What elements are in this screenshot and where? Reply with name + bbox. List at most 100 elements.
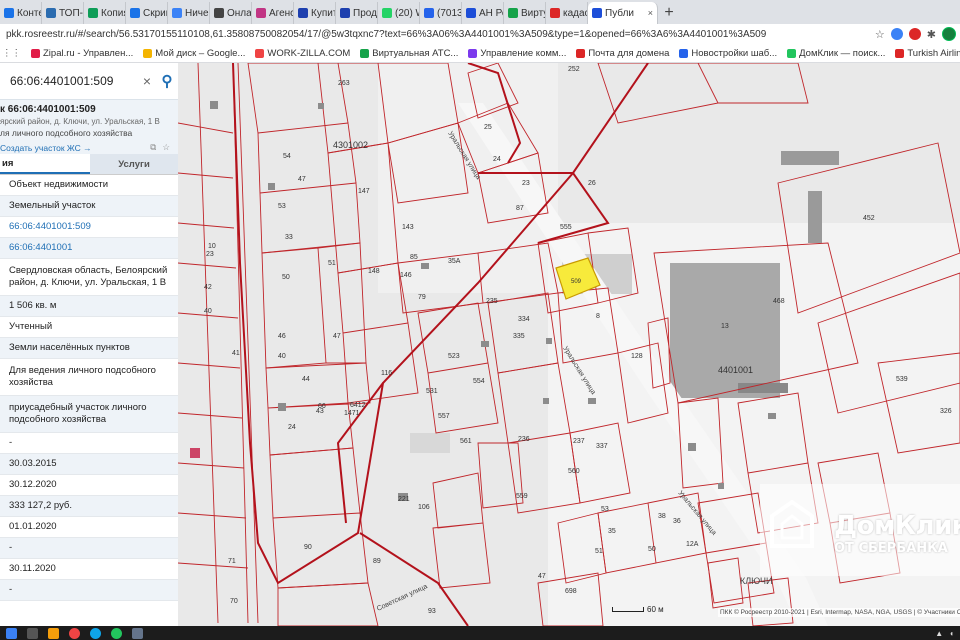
bookmark-item[interactable]: ДомКлик — поиск...	[787, 48, 885, 59]
tab-favicon-icon	[592, 8, 602, 18]
app-icon[interactable]	[132, 627, 143, 639]
yandex-icon[interactable]	[69, 627, 80, 639]
bookmark-item[interactable]: WORK-ZILLA.COM	[255, 48, 350, 59]
export-icon[interactable]: ⧉	[150, 142, 156, 153]
property-value: Для ведения личного подсобного хозяйства	[0, 359, 178, 396]
explorer-icon[interactable]	[48, 627, 59, 639]
browser-tab[interactable]: Скрипт×	[126, 2, 168, 24]
browser-tab[interactable]: Ничего×	[168, 2, 210, 24]
property-value: приусадебный участок личного подсобного …	[0, 396, 178, 433]
star-icon[interactable]: ☆	[875, 28, 885, 41]
parcel-label: 334	[518, 316, 530, 323]
bookmark-icon	[143, 48, 153, 58]
clear-icon[interactable]: ×	[138, 73, 156, 89]
village-label: КЛЮЧИ	[740, 576, 772, 586]
watermark-brand: ДомКлик	[834, 511, 960, 541]
url-field[interactable]: pkk.rosreestr.ru/#/search/56.53170155110…	[4, 29, 871, 40]
browser-tab[interactable]: кадаст×	[546, 2, 588, 24]
object-address: ярский район, д. Ключи, ул. Уральская, 1…	[0, 117, 160, 126]
bookmark-label: Zipal.ru - Управлен...	[43, 47, 134, 59]
tab-close-icon[interactable]: ×	[648, 8, 653, 18]
parcel-label: 146	[400, 272, 412, 279]
bookmark-item[interactable]: Виртуальная АТС...	[360, 48, 458, 59]
browser-tab[interactable]: Онлай×	[210, 2, 252, 24]
parcel-label: 143	[402, 224, 414, 231]
bookmark-item[interactable]: Почта для домена	[576, 48, 669, 59]
tab-label: кадаст	[563, 7, 587, 19]
apps-icon[interactable]: ⋮⋮	[2, 48, 21, 59]
bookmark-label: Почта для домена	[588, 47, 670, 59]
network-icon[interactable]: ▲	[935, 629, 943, 638]
tab-info[interactable]: ия	[0, 154, 90, 174]
browser-tab[interactable]: Вирту×	[504, 2, 546, 24]
parcel-label: 554	[473, 378, 485, 385]
tab-favicon-icon	[424, 8, 434, 18]
extension-icon[interactable]	[890, 28, 903, 40]
address-bar-actions: ☆ ✱	[871, 27, 960, 41]
tab-favicon-icon	[88, 8, 98, 18]
tab-favicon-icon	[172, 8, 182, 18]
tab-services[interactable]: Услуги	[90, 154, 178, 174]
create-plot-link[interactable]: Создать участок ЖС →	[0, 143, 92, 153]
profile-avatar[interactable]	[942, 27, 956, 41]
property-value: 01.01.2020	[0, 517, 178, 538]
bookmark-item[interactable]: Новостройки шаб...	[679, 48, 777, 59]
bookmark-item[interactable]: Управление комм...	[468, 48, 566, 59]
tab-label: Прода	[353, 7, 377, 19]
parcel-label: 12A	[686, 541, 699, 548]
browser-tab[interactable]: Прода×	[336, 2, 378, 24]
edge-icon[interactable]	[90, 627, 101, 639]
property-value[interactable]: 66:06:4401001	[0, 238, 178, 259]
building	[808, 191, 822, 243]
bookmark-icon	[679, 48, 689, 58]
taskview-icon[interactable]	[27, 627, 38, 639]
favorite-icon[interactable]: ☆	[162, 142, 170, 153]
bookmark-item[interactable]: Мой диск – Google...	[143, 48, 245, 59]
parcel-label: 523	[448, 353, 460, 360]
parcel-label: 326	[940, 408, 952, 415]
parcel-label: 531	[426, 388, 438, 395]
parcel-label: 89	[373, 558, 381, 565]
browser-tab[interactable]: Купить×	[294, 2, 336, 24]
browser-tab[interactable]: (7013)×	[420, 2, 462, 24]
browser-tab[interactable]: Публи ×	[588, 2, 658, 24]
parcel-label: 36	[673, 518, 681, 525]
bookmark-icon	[576, 48, 586, 58]
property-value: 30.11.2020	[0, 559, 178, 580]
new-tab-button[interactable]: +	[658, 2, 680, 24]
parcel-label: 116	[381, 370, 392, 377]
property-value: -	[0, 580, 178, 601]
adblock-icon[interactable]	[908, 28, 921, 40]
parcel-label: 53	[601, 506, 609, 513]
search-icon[interactable]: ⚲	[156, 72, 178, 90]
bookmark-item[interactable]: Zipal.ru - Управлен...	[31, 48, 133, 59]
browser-tab[interactable]: Контен×	[0, 2, 42, 24]
parcel-label: 47	[538, 573, 546, 580]
property-value: 30.03.2015	[0, 454, 178, 475]
parcel-label: 40	[278, 353, 286, 360]
tab-label: Вирту	[521, 7, 546, 19]
browser-tab[interactable]: (20) W×	[378, 2, 420, 24]
browser-tab[interactable]: АН Ре×	[462, 2, 504, 24]
domclick-house-icon	[770, 500, 814, 548]
browser-tab[interactable]: Копия×	[84, 2, 126, 24]
chrome-icon[interactable]	[111, 627, 122, 639]
bookmark-item[interactable]: Turkish Airlines - O...	[895, 48, 960, 59]
bookmark-label: Новостройки шаб...	[691, 47, 778, 59]
search-input[interactable]: 66:06:4401001:509	[4, 74, 138, 88]
puzzle-icon[interactable]: ✱	[927, 28, 936, 41]
parcel-label: 50	[282, 274, 290, 281]
panel-tabs: ия Услуги	[0, 154, 178, 175]
parcel-label: 51	[328, 260, 336, 267]
property-value[interactable]: 66:06:4401001:509	[0, 217, 178, 238]
scale-label: 60 м	[647, 605, 664, 614]
windows-start-icon[interactable]	[6, 627, 17, 639]
browser-tab[interactable]: ТОП-3×	[42, 2, 84, 24]
parcel-label: 337	[596, 443, 608, 450]
volume-icon[interactable]: ◖	[949, 629, 954, 638]
map-attribution[interactable]: ПКК © Росреестр 2010-2021 | Esri, Interm…	[718, 608, 960, 617]
property-value: Учтенный	[0, 317, 178, 338]
parcel-label: 221	[398, 496, 410, 503]
tab-label: (7013)	[437, 7, 461, 19]
browser-tab[interactable]: Агенст×	[252, 2, 294, 24]
